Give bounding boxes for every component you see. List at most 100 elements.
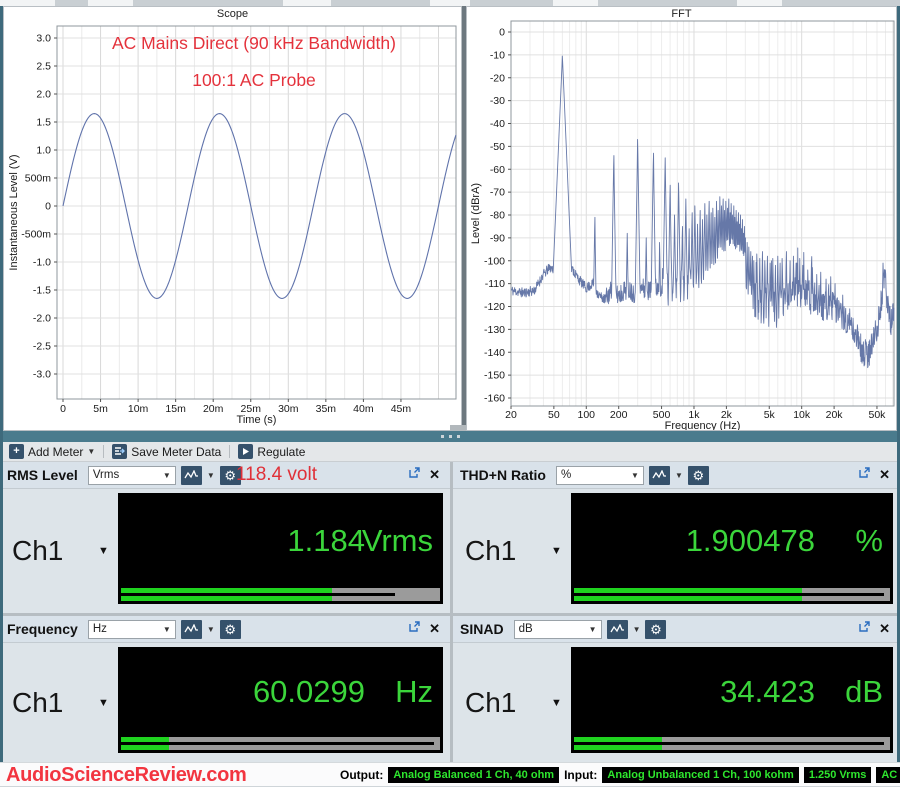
close-icon[interactable]: ✕ <box>876 621 893 637</box>
input-config-badge[interactable]: Analog Unbalanced 1 Ch, 100 kohm <box>602 767 798 783</box>
unit-selector[interactable]: Vrms ▼ <box>88 466 176 485</box>
svg-text:0: 0 <box>45 201 51 213</box>
chevron-down-icon[interactable]: ▼ <box>551 545 562 557</box>
svg-text:-130: -130 <box>484 324 505 336</box>
popout-icon[interactable] <box>858 620 871 638</box>
meter-value: 34.423 <box>720 674 815 710</box>
svg-text:-60: -60 <box>490 164 505 176</box>
meters-grid: RMS Level Vrms ▼ ▼ ⚙ 118.4 volt ✕ Ch1 ▼ … <box>0 462 900 762</box>
close-icon[interactable]: ✕ <box>426 467 443 483</box>
settings-gear-icon[interactable]: ⚙ <box>688 466 709 485</box>
svg-text:-2.0: -2.0 <box>33 313 51 325</box>
chevron-down-icon[interactable]: ▼ <box>633 625 641 634</box>
fft-plot-svg: 20501002005001k2k5k10k20k50k0-10-20-30-4… <box>467 7 896 430</box>
svg-text:-110: -110 <box>485 278 505 290</box>
settings-gear-icon[interactable]: ⚙ <box>645 620 666 639</box>
chevron-down-icon[interactable]: ▼ <box>98 545 109 557</box>
chevron-down-icon[interactable]: ▼ <box>675 471 683 480</box>
unit-selector-value: Vrms <box>93 469 119 481</box>
level-bar-peak-line <box>574 593 884 596</box>
svg-text:2.5: 2.5 <box>36 61 51 73</box>
svg-text:-500m: -500m <box>21 229 51 241</box>
meter-unit: % <box>855 523 883 559</box>
close-icon[interactable]: ✕ <box>876 467 893 483</box>
svg-text:-100: -100 <box>484 255 505 267</box>
level-bar <box>574 588 890 601</box>
unit-selector[interactable]: % ▼ <box>556 466 644 485</box>
level-bar-peak-line <box>574 742 884 745</box>
level-bar <box>574 737 890 750</box>
unit-selector-value: % <box>561 469 571 481</box>
input-label: Input: <box>564 768 597 782</box>
meter-panel-rms: RMS Level Vrms ▼ ▼ ⚙ 118.4 volt ✕ Ch1 ▼ … <box>0 462 450 613</box>
svg-text:-3.0: -3.0 <box>33 369 51 381</box>
channel-selector[interactable]: Ch1 <box>465 535 516 567</box>
save-meter-data-button[interactable]: Save Meter Data <box>108 443 225 461</box>
svg-text:35m: 35m <box>316 403 337 415</box>
meter-panel-freq: Frequency Hz ▼ ▼ ⚙ ✕ Ch1 ▼ 60.0299 Hz <box>0 616 450 762</box>
chevron-down-icon[interactable]: ▼ <box>207 471 215 480</box>
meter-style-icon[interactable] <box>181 620 202 639</box>
splitter-dot <box>457 435 460 438</box>
svg-text:1.5: 1.5 <box>36 117 51 129</box>
meter-header: THD+N Ratio % ▼ ▼ ⚙ ✕ <box>453 462 900 489</box>
level-bar-peak-line <box>121 593 395 596</box>
fft-panel: FFT 20501002005001k2k5k10k20k50k0-10-20-… <box>466 6 897 431</box>
channel-selector[interactable]: Ch1 <box>12 687 63 719</box>
meter-value: 1.900478 <box>686 523 815 559</box>
channel-selector[interactable]: Ch1 <box>12 535 63 567</box>
meter-value-area: 1.184 Vrms <box>118 493 443 588</box>
svg-text:500m: 500m <box>25 173 52 185</box>
svg-text:-2.5: -2.5 <box>33 341 51 353</box>
svg-text:15m: 15m <box>165 403 186 415</box>
chevron-down-icon[interactable]: ▼ <box>551 697 562 709</box>
chevron-down-icon: ▼ <box>163 471 171 480</box>
popout-icon[interactable] <box>858 466 871 484</box>
output-config-badge[interactable]: Analog Balanced 1 Ch, 40 ohm <box>388 767 559 783</box>
regulate-button[interactable]: Regulate <box>234 443 309 461</box>
meter-style-icon[interactable] <box>649 466 670 485</box>
watermark-text: AudioScienceReview.com <box>6 764 247 787</box>
unit-selector[interactable]: dB ▼ <box>514 620 602 639</box>
status-io-settings: Output: Analog Balanced 1 Ch, 40 ohm Inp… <box>340 763 900 786</box>
unit-selector[interactable]: Hz ▼ <box>88 620 176 639</box>
level-bar <box>121 737 440 750</box>
bandwidth-badge[interactable]: AC (<10 Hz) - 90 kHz <box>876 767 900 783</box>
meter-body: Ch1 ▼ 34.423 dB <box>453 643 900 762</box>
svg-text:20: 20 <box>505 409 517 421</box>
meter-body: Ch1 ▼ 1.184 Vrms <box>0 489 450 613</box>
toolbar-separator <box>229 445 230 458</box>
meter-display: 60.0299 Hz <box>118 647 443 753</box>
svg-text:-50: -50 <box>490 141 505 153</box>
svg-text:-80: -80 <box>490 210 505 222</box>
meter-title: SINAD <box>460 621 504 637</box>
meter-style-icon[interactable] <box>181 466 202 485</box>
svg-text:-40: -40 <box>490 118 505 130</box>
settings-gear-icon[interactable]: ⚙ <box>220 620 241 639</box>
svg-text:30m: 30m <box>278 403 299 415</box>
splitter-dot <box>441 435 444 438</box>
plus-icon: + <box>9 444 24 459</box>
popout-icon[interactable] <box>408 466 421 484</box>
meter-style-icon[interactable] <box>607 620 628 639</box>
left-edge-border <box>0 6 3 762</box>
chevron-down-icon[interactable]: ▼ <box>98 697 109 709</box>
splitter-grab-tab[interactable] <box>450 425 466 431</box>
meter-body: Ch1 ▼ 60.0299 Hz <box>0 643 450 762</box>
meter-value-area: 60.0299 Hz <box>118 647 443 737</box>
add-meter-button[interactable]: + Add Meter ▼ <box>5 443 99 461</box>
regulate-label: Regulate <box>257 445 305 459</box>
meter-unit: dB <box>845 674 883 710</box>
level-bar-peak-line <box>121 742 434 745</box>
svg-text:5m: 5m <box>93 403 108 415</box>
horizontal-splitter[interactable] <box>0 431 900 442</box>
channel-selector[interactable]: Ch1 <box>465 687 516 719</box>
popout-icon[interactable] <box>408 620 421 638</box>
svg-text:-160: -160 <box>484 393 505 405</box>
chevron-down-icon[interactable]: ▼ <box>207 625 215 634</box>
svg-text:-20: -20 <box>490 72 505 84</box>
svg-text:Time (s): Time (s) <box>237 414 277 426</box>
play-icon <box>238 444 253 459</box>
close-icon[interactable]: ✕ <box>426 621 443 637</box>
level-badge[interactable]: 1.250 Vrms <box>804 767 872 783</box>
